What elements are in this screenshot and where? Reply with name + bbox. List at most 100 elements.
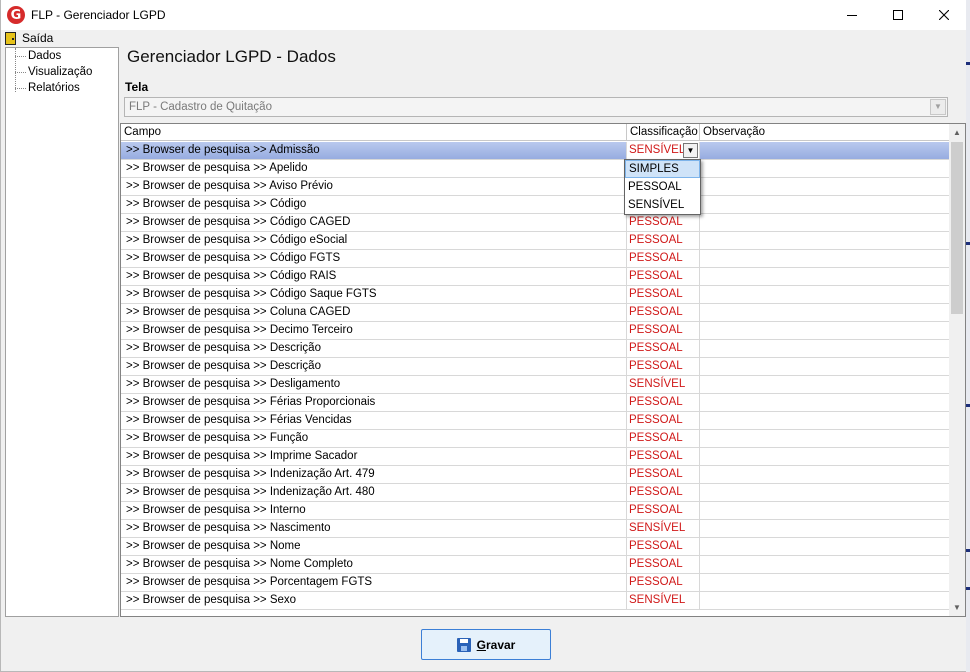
cell-campo[interactable]: >> Browser de pesquisa >> Descrição (121, 340, 627, 357)
cell-observacao[interactable] (700, 448, 950, 465)
table-row[interactable]: >> Browser de pesquisa >> Função PESSOAL (121, 430, 950, 448)
cell-campo[interactable]: >> Browser de pesquisa >> Decimo Terceir… (121, 322, 627, 339)
cell-classificacao[interactable]: PESSOAL (627, 250, 700, 267)
table-row[interactable]: >> Browser de pesquisa >> Férias Proporc… (121, 394, 950, 412)
table-row[interactable]: >> Browser de pesquisa >> Código (121, 196, 950, 214)
cell-observacao[interactable] (700, 520, 950, 537)
cell-classificacao[interactable]: PESSOAL (627, 430, 700, 447)
cell-observacao[interactable] (700, 394, 950, 411)
cell-observacao[interactable] (700, 268, 950, 285)
table-row[interactable]: >> Browser de pesquisa >> Código eSocial… (121, 232, 950, 250)
cell-campo[interactable]: >> Browser de pesquisa >> Férias Vencida… (121, 412, 627, 429)
cell-classificacao[interactable]: PESSOAL (627, 538, 700, 555)
cell-campo[interactable]: >> Browser de pesquisa >> Imprime Sacado… (121, 448, 627, 465)
tree-item-relatorios[interactable]: Relatórios (6, 80, 118, 96)
cell-campo[interactable]: >> Browser de pesquisa >> Indenização Ar… (121, 466, 627, 483)
cell-classificacao[interactable]: PESSOAL (627, 232, 700, 249)
cell-classificacao[interactable]: PESSOAL (627, 556, 700, 573)
cell-campo[interactable]: >> Browser de pesquisa >> Apelido (121, 160, 627, 177)
cell-observacao[interactable] (700, 304, 950, 321)
cell-observacao[interactable] (700, 430, 950, 447)
dropdown-option-simples[interactable]: SIMPLES (625, 160, 700, 178)
table-row[interactable]: >> Browser de pesquisa >> Código RAIS PES… (121, 268, 950, 286)
cell-campo[interactable]: >> Browser de pesquisa >> Código Saque F… (121, 286, 627, 303)
cell-campo[interactable]: >> Browser de pesquisa >> Código eSocial (121, 232, 627, 249)
cell-campo[interactable]: >> Browser de pesquisa >> Admissão (121, 142, 627, 159)
cell-classificacao[interactable]: PESSOAL (627, 502, 700, 519)
cell-observacao[interactable] (700, 286, 950, 303)
cell-observacao[interactable] (700, 466, 950, 483)
cell-campo[interactable]: >> Browser de pesquisa >> Interno (121, 502, 627, 519)
dropdown-option-sensivel[interactable]: SENSÍVEL (625, 196, 700, 214)
cell-classificacao[interactable]: PESSOAL (627, 394, 700, 411)
table-row[interactable]: >> Browser de pesquisa >> Indenização Ar… (121, 484, 950, 502)
cell-observacao[interactable] (700, 592, 950, 609)
table-row[interactable]: >> Browser de pesquisa >> Admissão SENSÍV… (121, 142, 950, 160)
table-row[interactable]: >> Browser de pesquisa >> Nome PESSOAL (121, 538, 950, 556)
scroll-up-icon[interactable]: ▲ (949, 124, 965, 141)
chevron-down-icon[interactable]: ▼ (683, 143, 698, 158)
cell-observacao[interactable] (700, 214, 950, 231)
chevron-down-icon[interactable]: ▼ (930, 99, 946, 115)
cell-campo[interactable]: >> Browser de pesquisa >> Código CAGED (121, 214, 627, 231)
table-row[interactable]: >> Browser de pesquisa >> Nome Completo P… (121, 556, 950, 574)
cell-classificacao[interactable]: PESSOAL (627, 412, 700, 429)
column-header-campo[interactable]: Campo (121, 124, 627, 141)
tree-item-visualizacao[interactable]: Visualização (6, 64, 118, 80)
cell-observacao[interactable] (700, 574, 950, 591)
scroll-down-icon[interactable]: ▼ (949, 599, 965, 616)
cell-classificacao[interactable]: PESSOAL (627, 574, 700, 591)
cell-classificacao[interactable]: PESSOAL (627, 322, 700, 339)
cell-campo[interactable]: >> Browser de pesquisa >> Nome (121, 538, 627, 555)
cell-observacao[interactable] (700, 322, 950, 339)
table-row[interactable]: >> Browser de pesquisa >> Interno PESSOAL (121, 502, 950, 520)
table-row[interactable]: >> Browser de pesquisa >> Código CAGED PE… (121, 214, 950, 232)
cell-classificacao[interactable]: PESSOAL (627, 466, 700, 483)
cell-classificacao[interactable]: SENSÍVEL ▼ (627, 142, 700, 159)
cell-campo[interactable]: >> Browser de pesquisa >> Nome Completo (121, 556, 627, 573)
cell-classificacao[interactable]: PESSOAL (627, 358, 700, 375)
cell-campo[interactable]: >> Browser de pesquisa >> Código FGTS (121, 250, 627, 267)
cell-observacao[interactable] (700, 250, 950, 267)
cell-campo[interactable]: >> Browser de pesquisa >> Indenização Ar… (121, 484, 627, 501)
cell-observacao[interactable] (700, 358, 950, 375)
cell-classificacao[interactable]: PESSOAL (627, 214, 700, 231)
cell-classificacao[interactable]: PESSOAL (627, 484, 700, 501)
table-row[interactable]: >> Browser de pesquisa >> Apelido (121, 160, 950, 178)
cell-campo[interactable]: >> Browser de pesquisa >> Função (121, 430, 627, 447)
cell-classificacao[interactable]: PESSOAL (627, 340, 700, 357)
cell-observacao[interactable] (700, 412, 950, 429)
table-row[interactable]: >> Browser de pesquisa >> Indenização Ar… (121, 466, 950, 484)
table-row[interactable]: >> Browser de pesquisa >> Aviso Prévio (121, 178, 950, 196)
menu-item-saida[interactable]: Saída (1, 31, 53, 45)
dropdown-option-pessoal[interactable]: PESSOAL (625, 178, 700, 196)
cell-observacao[interactable] (700, 160, 950, 177)
cell-classificacao[interactable]: PESSOAL (627, 268, 700, 285)
scrollbar-thumb[interactable] (951, 142, 963, 314)
cell-campo[interactable]: >> Browser de pesquisa >> Coluna CAGED (121, 304, 627, 321)
cell-campo[interactable]: >> Browser de pesquisa >> Código (121, 196, 627, 213)
cell-campo[interactable]: >> Browser de pesquisa >> Desligamento (121, 376, 627, 393)
table-row[interactable]: >> Browser de pesquisa >> Coluna CAGED PE… (121, 304, 950, 322)
table-row[interactable]: >> Browser de pesquisa >> Imprime Sacado… (121, 448, 950, 466)
cell-campo[interactable]: >> Browser de pesquisa >> Porcentagem FG… (121, 574, 627, 591)
table-row[interactable]: >> Browser de pesquisa >> Descrição PESSO… (121, 340, 950, 358)
minimize-button[interactable] (829, 0, 875, 30)
tela-select[interactable]: FLP - Cadastro de Quitação ▼ (124, 97, 948, 117)
cell-classificacao[interactable]: PESSOAL (627, 304, 700, 321)
table-row[interactable]: >> Browser de pesquisa >> Decimo Terceir… (121, 322, 950, 340)
cell-observacao[interactable] (700, 484, 950, 501)
save-button[interactable]: Gravar (421, 629, 551, 660)
column-header-classificacao[interactable]: Classificação (627, 124, 700, 141)
column-header-observacao[interactable]: Observação (700, 124, 950, 141)
close-button[interactable] (921, 0, 967, 30)
table-row[interactable]: >> Browser de pesquisa >> Código FGTS PES… (121, 250, 950, 268)
cell-observacao[interactable] (700, 502, 950, 519)
table-row[interactable]: >> Browser de pesquisa >> Férias Vencida… (121, 412, 950, 430)
cell-observacao[interactable] (700, 196, 950, 213)
cell-observacao[interactable] (700, 376, 950, 393)
cell-observacao[interactable] (700, 142, 950, 159)
vertical-scrollbar[interactable]: ▲ ▼ (949, 124, 965, 616)
cell-observacao[interactable] (700, 178, 950, 195)
table-row[interactable]: >> Browser de pesquisa >> Porcentagem FG… (121, 574, 950, 592)
